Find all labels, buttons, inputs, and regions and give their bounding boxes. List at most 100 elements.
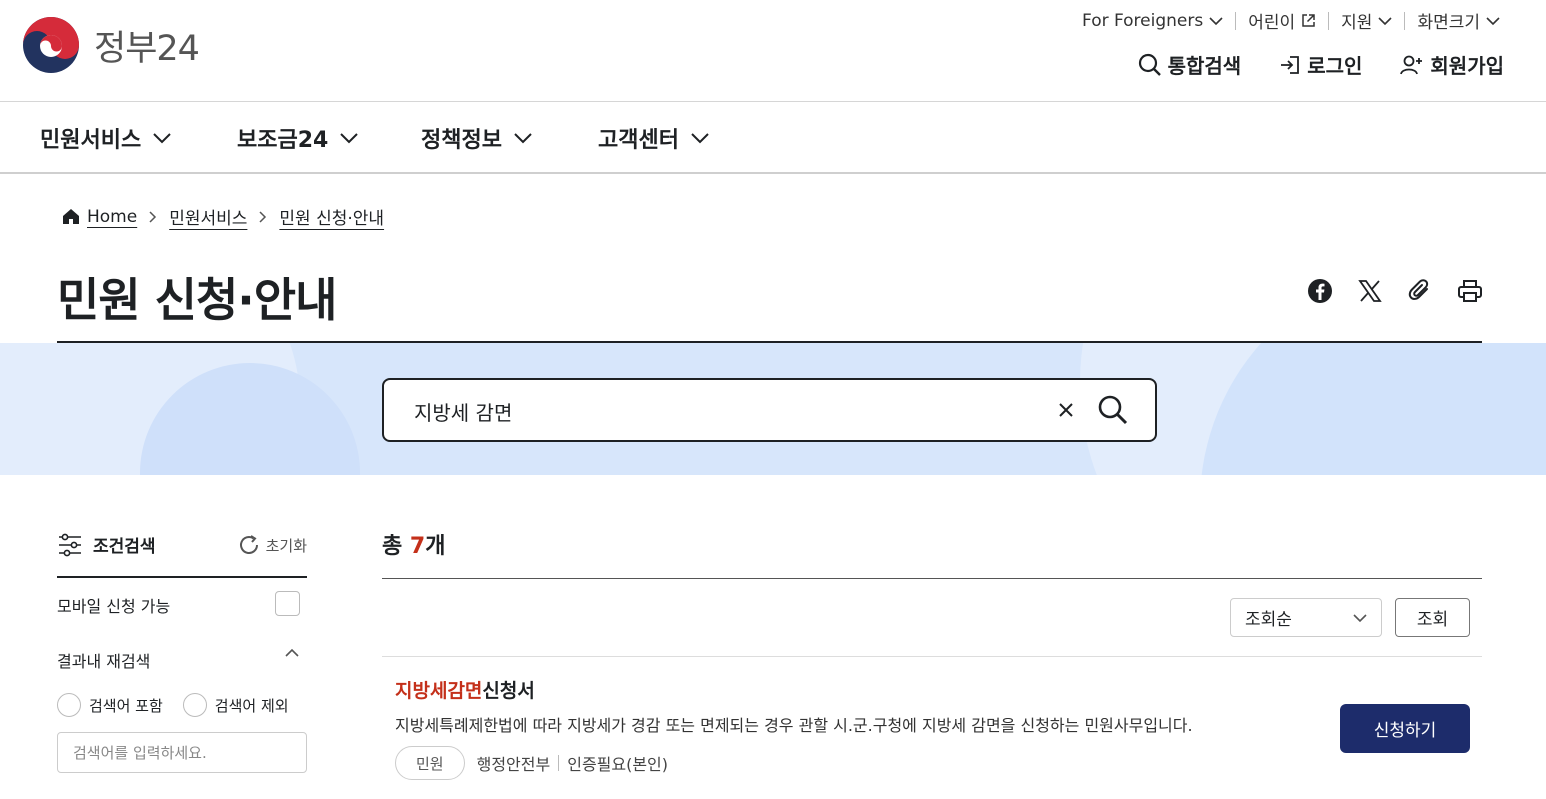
signup-button[interactable]: 회원가입 [1400,50,1504,79]
mobile-filter-checkbox[interactable] [275,591,300,616]
clip-icon [1408,279,1429,300]
category-chip: 민원 [395,746,465,780]
filter-title-label: 조건검색 [93,537,156,557]
home-icon [63,209,79,224]
result-title-rest: 신청서 [482,680,535,702]
result-meta: 민원 행정안전부 인증필요(본인) [395,746,668,780]
login-button[interactable]: 로그인 [1279,50,1362,79]
filter-header: 조건검색 초기화 [57,530,307,578]
chevron-down-icon [691,133,709,144]
search-icon [1138,53,1161,76]
gnb-item-policy[interactable]: 정책정보 [421,122,532,154]
login-label: 로그인 [1307,54,1363,78]
print-icon [1458,280,1482,302]
gnb-item-label: 고객센터 [598,128,679,153]
clear-search-button[interactable] [1053,397,1079,423]
support-label: 지원 [1341,13,1373,33]
chevron-down-icon [340,133,359,144]
radio-circle [182,693,207,717]
chevron-up-icon[interactable] [285,648,299,658]
refresh-icon [239,535,258,554]
close-icon [1059,403,1073,417]
login-icon [1281,55,1300,74]
utility-nav: For Foreigners 어린이 지원 화면크기 [1070,8,1512,33]
chevron-down-icon [1378,16,1393,25]
search-input[interactable] [414,394,1034,428]
decor-circle [1200,343,1546,475]
sliders-icon [59,533,81,556]
logo-text: 정부24 [94,28,200,69]
copy-link-button[interactable] [1406,276,1434,306]
chevron-down-icon [1486,16,1500,25]
research-row: 결과내 재검색 [57,648,307,672]
total-prefix: 총 [382,534,403,559]
research-keyword-input[interactable] [57,732,307,773]
user-plus-icon [1400,55,1423,74]
include-keyword-radio[interactable]: 검색어 포함 [57,693,163,717]
search-submit-button[interactable] [1097,394,1129,426]
results-divider [382,578,1482,579]
x-share-button[interactable] [1356,276,1384,306]
gnb-item-subsidy[interactable]: 보조금24 [237,122,359,154]
taegeuk-logo-icon [23,17,79,73]
search-icon [1098,395,1128,425]
sort-select[interactable]: 조회순 [1230,598,1382,637]
print-button[interactable] [1456,276,1484,306]
exclude-keyword-label: 검색어 제외 [214,696,289,715]
total-search-label: 통합검색 [1167,54,1242,78]
page-title: 민원 신청·안내 [57,273,337,327]
breadcrumb-home[interactable]: Home [87,207,137,227]
chevron-down-icon [1209,16,1223,25]
radio-circle [57,693,81,717]
apply-button[interactable]: 신청하기 [1340,704,1470,753]
search-box [382,378,1157,442]
gnb-item-label: 정책정보 [421,128,502,153]
for-foreigners-menu[interactable]: For Foreigners [1070,11,1235,31]
auth-requirement: 인증필요(본인) [567,755,669,774]
x-icon [1358,280,1382,302]
breadcrumb: Home 민원서비스 민원 신청·안내 [62,204,384,229]
exclude-keyword-radio[interactable]: 검색어 제외 [182,693,289,717]
site-header: 정부24 For Foreigners 어린이 지원 화면크기 통합검색 로그인… [0,0,1546,102]
mobile-filter-row: 모바일 신청 가능 [57,591,307,617]
chevron-down-icon [514,133,532,144]
gnb-item-label: 민원서비스 [40,128,142,153]
font-size-menu[interactable]: 화면크기 [1405,8,1512,33]
include-keyword-label: 검색어 포함 [89,696,163,715]
support-menu[interactable]: 지원 [1329,8,1404,33]
breadcrumb-civil-service[interactable]: 민원서비스 [169,204,247,229]
kids-link[interactable]: 어린이 [1236,8,1328,33]
chevron-right-icon [259,210,267,223]
result-title-highlight: 지방세감면 [395,680,483,702]
gnb-item-customer-center[interactable]: 고객센터 [598,122,709,154]
result-title-link[interactable]: 지방세감면신청서 [395,676,535,703]
total-search-button[interactable]: 통합검색 [1138,50,1242,79]
agency-label: 행정안전부 [476,755,551,774]
auth-nav: 통합검색 로그인 회원가입 [1100,50,1504,79]
gnb-item-civil-service[interactable]: 민원서비스 [40,122,171,154]
reset-label: 초기화 [265,536,307,555]
reset-filter-button[interactable]: 초기화 [238,534,307,556]
result-item-divider [382,656,1482,657]
facebook-share-button[interactable] [1306,276,1334,306]
breadcrumb-current[interactable]: 민원 신청·안내 [279,204,384,229]
research-label: 결과내 재검색 [57,652,151,671]
site-logo[interactable]: 정부24 [22,16,200,74]
kids-label: 어린이 [1248,13,1296,33]
query-button[interactable]: 조회 [1395,598,1470,637]
main-nav: 민원서비스 보조금24 정책정보 고객센터 [0,102,1546,174]
total-suffix: 개 [425,534,446,559]
research-options: 검색어 포함 검색어 제외 [57,693,289,717]
filter-title: 조건검색 [57,532,156,557]
chevron-down-icon [153,133,171,144]
share-toolbar [1306,276,1484,306]
external-link-icon [1302,14,1315,27]
facebook-icon [1308,279,1332,303]
chevron-right-icon [149,210,157,223]
mobile-filter-label: 모바일 신청 가능 [57,597,171,616]
search-band [0,343,1546,475]
for-foreigners-label: For Foreigners [1082,10,1204,31]
gnb-item-label: 보조금24 [237,128,329,153]
divider [558,755,560,771]
result-description: 지방세특례제한법에 따라 지방세가 경감 또는 면제되는 경우 관할 시.군.구… [395,716,1193,735]
